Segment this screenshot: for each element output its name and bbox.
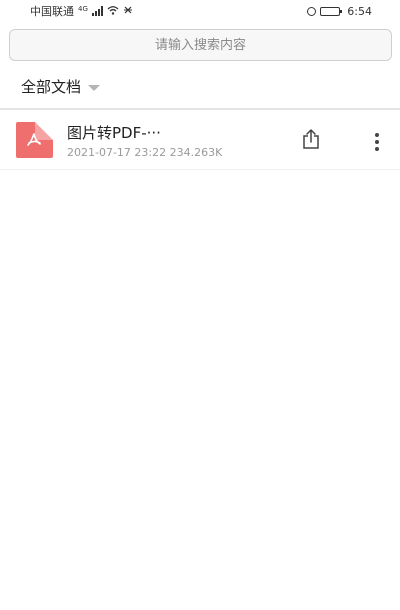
- status-right: 6:54: [307, 5, 372, 18]
- status-left: 中国联通 4G: [30, 3, 133, 19]
- list-item[interactable]: 图片转PDF-··· 2021-07-17 23:22 234.263K: [0, 110, 400, 170]
- status-bar: 中国联通 4G 6:54: [0, 0, 400, 22]
- clock-time: 6:54: [347, 4, 372, 18]
- chevron-down-icon: [88, 84, 101, 91]
- filter-label: 全部文档: [21, 78, 82, 96]
- search-box[interactable]: [9, 29, 392, 61]
- pdf-file-icon: [16, 122, 53, 158]
- data-icon: [123, 5, 133, 18]
- more-dot: [375, 140, 379, 144]
- network-badge: 4G: [78, 5, 88, 13]
- battery-icon: [320, 6, 343, 16]
- more-dot: [375, 133, 379, 137]
- more-options-button[interactable]: [369, 130, 385, 154]
- alarm-icon: [307, 6, 317, 16]
- search-input[interactable]: [10, 29, 391, 61]
- document-filter-dropdown[interactable]: 全部文档: [21, 76, 101, 97]
- more-dot: [375, 147, 379, 151]
- wifi-icon: [107, 5, 119, 18]
- share-button[interactable]: [300, 128, 322, 154]
- file-meta: 2021-07-17 23:22 234.263K: [67, 146, 223, 159]
- signal-icon: [91, 6, 103, 16]
- file-name: 图片转PDF-···: [67, 124, 161, 142]
- carrier-name: 中国联通: [30, 5, 74, 18]
- share-icon: [301, 128, 321, 154]
